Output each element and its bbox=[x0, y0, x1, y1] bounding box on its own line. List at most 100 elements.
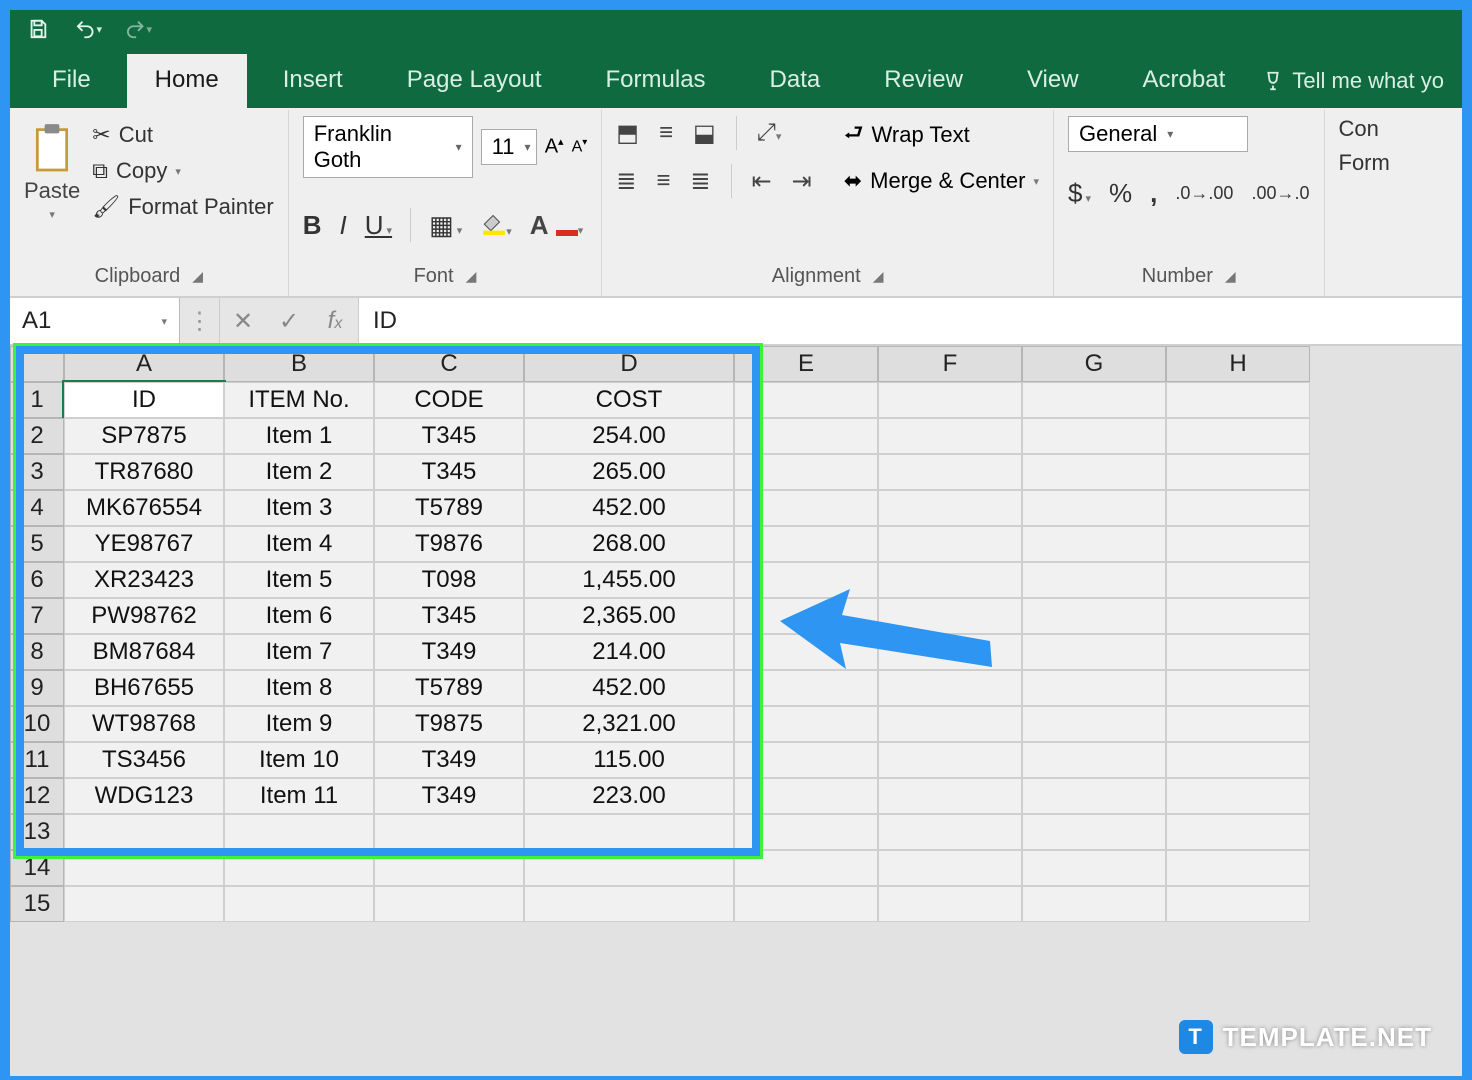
cell[interactable] bbox=[734, 778, 878, 814]
cell[interactable]: MK676554 bbox=[64, 490, 224, 526]
row-number[interactable]: 13 bbox=[10, 814, 64, 850]
cell[interactable]: T5789 bbox=[374, 490, 524, 526]
cell[interactable] bbox=[878, 778, 1022, 814]
cell[interactable]: XR23423 bbox=[64, 562, 224, 598]
cell[interactable]: T349 bbox=[374, 634, 524, 670]
fill-color-button[interactable]: ▾ bbox=[480, 209, 512, 242]
cell[interactable] bbox=[524, 814, 734, 850]
tab-review[interactable]: Review bbox=[856, 54, 991, 108]
cell[interactable] bbox=[734, 490, 878, 526]
underline-button[interactable]: U ▾ bbox=[365, 210, 392, 241]
cell[interactable] bbox=[224, 886, 374, 922]
col-G[interactable]: G bbox=[1022, 346, 1166, 382]
cell[interactable] bbox=[1166, 598, 1310, 634]
decrease-font-icon[interactable]: A▾ bbox=[572, 137, 588, 156]
cell[interactable]: Item 7 bbox=[224, 634, 374, 670]
row-number[interactable]: 8 bbox=[10, 634, 64, 670]
col-F[interactable]: F bbox=[878, 346, 1022, 382]
cell[interactable] bbox=[878, 382, 1022, 418]
cell[interactable] bbox=[1022, 886, 1166, 922]
row-number[interactable]: 10 bbox=[10, 706, 64, 742]
font-color-button[interactable]: A ▾ bbox=[530, 210, 584, 241]
row-number[interactable]: 3 bbox=[10, 454, 64, 490]
increase-indent-icon[interactable]: ⇥ bbox=[792, 167, 812, 196]
cell[interactable] bbox=[524, 850, 734, 886]
align-center-icon[interactable]: ≡ bbox=[656, 167, 670, 195]
cell[interactable]: 452.00 bbox=[524, 670, 734, 706]
cell[interactable] bbox=[524, 886, 734, 922]
cell[interactable]: 214.00 bbox=[524, 634, 734, 670]
cell[interactable]: 452.00 bbox=[524, 490, 734, 526]
cell[interactable]: WDG123 bbox=[64, 778, 224, 814]
cell[interactable] bbox=[224, 850, 374, 886]
cell[interactable]: Item 9 bbox=[224, 706, 374, 742]
cell[interactable] bbox=[1022, 850, 1166, 886]
undo-icon[interactable]: ▾ bbox=[74, 15, 102, 43]
col-C[interactable]: C bbox=[374, 346, 524, 382]
select-all-corner[interactable] bbox=[10, 346, 64, 382]
cell[interactable] bbox=[1022, 670, 1166, 706]
alignment-dialog-launcher-icon[interactable]: ◢ bbox=[873, 268, 884, 285]
cell[interactable] bbox=[878, 886, 1022, 922]
cell[interactable]: TS3456 bbox=[64, 742, 224, 778]
cell[interactable] bbox=[734, 814, 878, 850]
cell[interactable]: T345 bbox=[374, 418, 524, 454]
cell[interactable] bbox=[734, 418, 878, 454]
cell[interactable]: YE98767 bbox=[64, 526, 224, 562]
decrease-decimal-icon[interactable]: .00→.0 bbox=[1251, 183, 1309, 204]
cell[interactable]: 2,321.00 bbox=[524, 706, 734, 742]
percent-format-button[interactable]: % bbox=[1109, 178, 1132, 209]
cell[interactable] bbox=[1166, 670, 1310, 706]
cell[interactable] bbox=[1166, 454, 1310, 490]
cell[interactable] bbox=[64, 886, 224, 922]
cell[interactable]: T9875 bbox=[374, 706, 524, 742]
cell[interactable]: Item 10 bbox=[224, 742, 374, 778]
wrap-text-button[interactable]: ⮐ Wrap Text bbox=[844, 116, 1039, 154]
formula-input[interactable]: ID bbox=[358, 298, 1462, 344]
cell[interactable]: T5789 bbox=[374, 670, 524, 706]
cell[interactable] bbox=[878, 454, 1022, 490]
cell[interactable]: BH67655 bbox=[64, 670, 224, 706]
cell[interactable] bbox=[1166, 526, 1310, 562]
paste-button[interactable]: Paste ▾ bbox=[24, 116, 80, 221]
cell[interactable]: COST bbox=[524, 382, 734, 418]
cell[interactable] bbox=[878, 706, 1022, 742]
cell[interactable] bbox=[374, 886, 524, 922]
cell[interactable]: ID bbox=[64, 382, 224, 418]
cell[interactable]: T345 bbox=[374, 454, 524, 490]
row-number[interactable]: 6 bbox=[10, 562, 64, 598]
align-top-icon[interactable]: ⬒ bbox=[616, 119, 639, 148]
merge-center-button[interactable]: ⬌ Merge & Center ▾ bbox=[844, 168, 1039, 194]
cell[interactable] bbox=[734, 742, 878, 778]
tab-acrobat[interactable]: Acrobat bbox=[1115, 54, 1254, 108]
tell-me-search[interactable]: Tell me what yo bbox=[1262, 68, 1448, 108]
comma-format-button[interactable]: , bbox=[1150, 178, 1157, 209]
cell[interactable] bbox=[1166, 382, 1310, 418]
cell[interactable]: SP7875 bbox=[64, 418, 224, 454]
row-number[interactable]: 9 bbox=[10, 670, 64, 706]
cell[interactable] bbox=[1022, 562, 1166, 598]
cell[interactable]: ITEM No. bbox=[224, 382, 374, 418]
cell[interactable] bbox=[374, 814, 524, 850]
cell[interactable]: Item 4 bbox=[224, 526, 374, 562]
tab-file[interactable]: File bbox=[24, 54, 119, 108]
col-H[interactable]: H bbox=[1166, 346, 1310, 382]
cell[interactable] bbox=[1166, 742, 1310, 778]
cell[interactable] bbox=[1022, 634, 1166, 670]
cell[interactable] bbox=[1166, 418, 1310, 454]
cell[interactable]: T345 bbox=[374, 598, 524, 634]
cell[interactable] bbox=[734, 526, 878, 562]
tab-view[interactable]: View bbox=[999, 54, 1107, 108]
cell[interactable]: Item 5 bbox=[224, 562, 374, 598]
col-D[interactable]: D bbox=[524, 346, 734, 382]
cell[interactable] bbox=[878, 490, 1022, 526]
cancel-icon[interactable]: ✕ bbox=[220, 307, 266, 336]
cell[interactable] bbox=[1022, 382, 1166, 418]
cell[interactable] bbox=[734, 706, 878, 742]
cell[interactable] bbox=[878, 850, 1022, 886]
cell[interactable]: Item 2 bbox=[224, 454, 374, 490]
row-number[interactable]: 11 bbox=[10, 742, 64, 778]
cell[interactable] bbox=[1022, 526, 1166, 562]
cell[interactable]: Item 6 bbox=[224, 598, 374, 634]
cell[interactable] bbox=[1022, 490, 1166, 526]
